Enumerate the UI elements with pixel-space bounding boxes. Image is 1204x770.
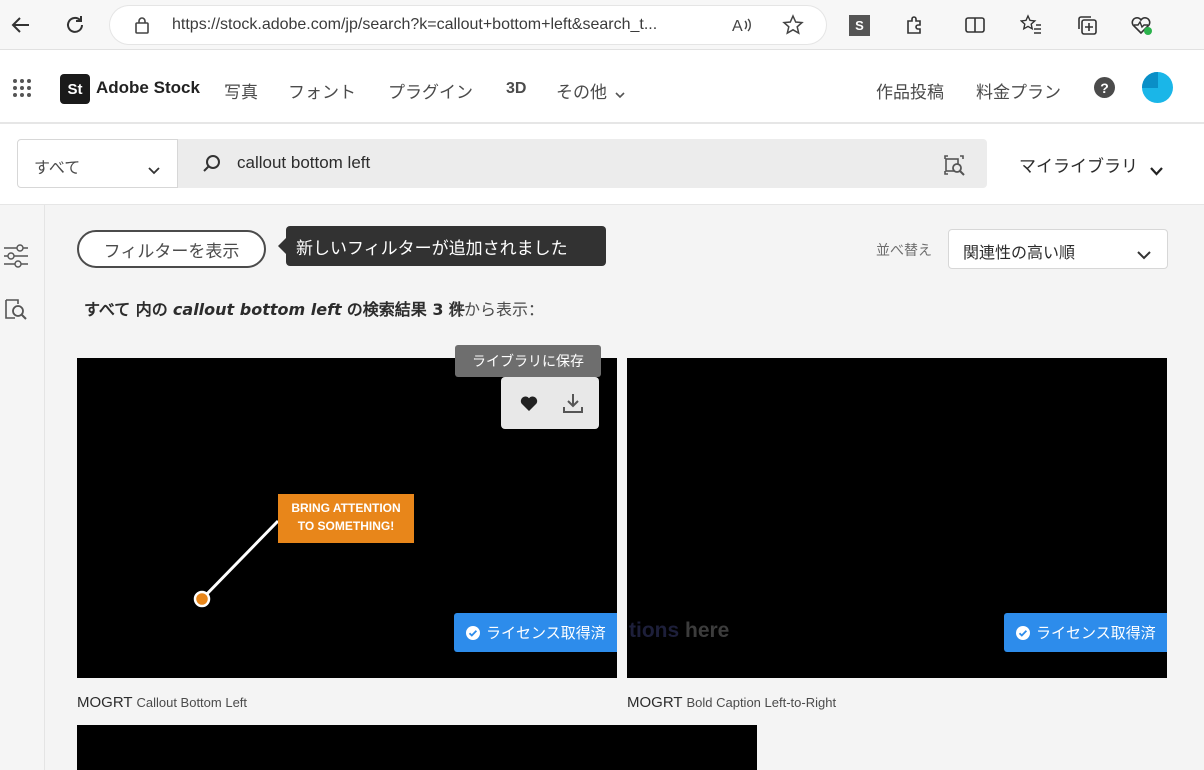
favorite-star-icon[interactable] [782,14,804,40]
nav-photos[interactable]: 写真 [224,78,258,103]
result-caption[interactable]: MOGRT Callout Bottom Left [77,694,247,711]
chevron-down-icon [615,84,625,103]
search-scope-value: すべて [34,158,81,177]
browser-toolbar: https://stock.adobe.com/jp/search?k=call… [0,0,1204,50]
callout-text: BRING ATTENTION TO SOMETHING! [278,499,414,535]
read-aloud-icon[interactable]: A [732,15,754,39]
result-thumbnail[interactable]: tions here ライセンス取得済 [627,358,1167,678]
license-badge: ライセンス取得済 [1004,613,1167,652]
search-bar-row: すべて callout bottom left マイライブラリ [0,124,1204,205]
results-query: callout bottom left [172,300,342,319]
avatar[interactable] [1142,72,1173,103]
left-rail [0,205,45,770]
nav-contribute[interactable]: 作品投稿 [876,78,944,103]
brand-name[interactable]: Adobe Stock [96,78,200,98]
results-summary: すべて 内の callout bottom left の検索結果 3 件 [84,296,465,320]
search-input[interactable]: callout bottom left [178,139,987,188]
license-label: ライセンス取得済 [486,624,606,642]
heart-icon[interactable] [514,389,544,417]
browser-essentials-icon[interactable] [1126,10,1156,40]
visual-search-icon[interactable] [942,153,966,181]
reload-icon[interactable] [60,10,90,40]
show-from-label: 次から表示： [448,300,545,319]
check-circle-icon [1016,625,1030,640]
nav-pricing[interactable]: 料金プラン [976,78,1061,103]
my-library-menu[interactable]: マイライブラリ [1019,152,1138,177]
chevron-down-icon[interactable] [1150,161,1163,180]
show-filters-button[interactable]: フィルターを表示 [77,230,266,268]
svg-text:A: A [732,18,743,35]
adobe-stock-logo[interactable]: St [60,74,90,104]
nav-3d[interactable]: 3D [506,80,526,98]
license-badge: ライセンス取得済 [454,613,617,652]
callout-line-2: TO SOMETHING! [297,519,395,533]
nav-fonts[interactable]: フォント [288,78,356,103]
search-scope-select[interactable]: すべて [17,139,178,188]
results-scope: すべて 内の [84,300,168,319]
nav-plugins[interactable]: プラグイン [388,78,473,103]
save-to-library-tooltip: ライブラリに保存 [455,345,601,384]
asset-title: Callout Bottom Left [136,695,248,710]
search-icon [202,154,222,178]
lock-icon[interactable] [134,16,150,38]
search-query[interactable]: callout bottom left [237,153,370,173]
asset-type: MOGRT [77,694,133,711]
license-label: ライセンス取得済 [1036,624,1156,642]
filter-sliders-icon[interactable] [3,243,29,273]
apps-grid-icon[interactable] [12,78,32,102]
callout-line-1: BRING ATTENTION [291,501,401,515]
nav-more[interactable]: その他 [556,78,607,103]
site-header: St Adobe Stock 写真 フォント プラグイン 3D その他 作品投稿… [0,50,1204,124]
asset-type: MOGRT [627,694,683,711]
chevron-down-icon [148,160,160,179]
sort-label: 並べ替え [876,243,932,259]
caption-overlay-text: tions here [629,619,729,643]
search-within-icon[interactable] [4,297,28,325]
extension-s-icon[interactable]: S [849,15,870,36]
favorites-list-icon[interactable] [1016,10,1046,40]
thumbnail-actions [501,377,599,429]
url-text[interactable]: https://stock.adobe.com/jp/search?k=call… [172,16,657,34]
check-circle-icon [466,625,480,640]
caption-overlay-main: here [679,619,730,642]
chevron-down-icon [1137,245,1151,264]
split-screen-icon[interactable] [960,10,990,40]
result-caption[interactable]: MOGRT Bold Caption Left-to-Right [627,694,836,711]
caption-overlay-faded: tions [629,619,680,642]
result-thumbnail[interactable] [77,725,757,770]
sort-select[interactable]: 関連性の高い順 [948,229,1168,269]
back-arrow-icon[interactable] [6,10,36,40]
sort-value: 関連性の高い順 [963,243,1076,262]
asset-title: Bold Caption Left-to-Right [686,695,837,710]
address-bar[interactable]: https://stock.adobe.com/jp/search?k=call… [110,6,826,44]
help-icon[interactable]: ? [1094,77,1115,98]
collections-icon[interactable] [1072,10,1102,40]
extensions-puzzle-icon[interactable] [900,10,930,40]
new-filters-tooltip: 新しいフィルターが追加されました [278,226,606,266]
download-icon[interactable] [558,389,588,417]
